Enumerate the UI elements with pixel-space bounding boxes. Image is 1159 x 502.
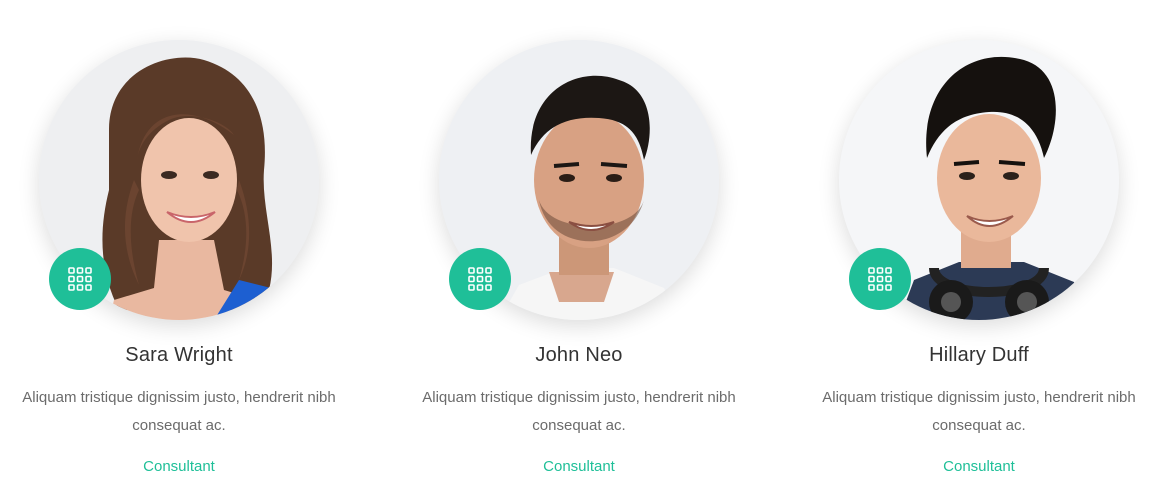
member-role-link[interactable]: Consultant: [799, 458, 1159, 475]
member-description: Aliquam tristique dignissim justo, hendr…: [422, 389, 736, 434]
member-badge-button[interactable]: [49, 248, 111, 310]
member-photo-wrap: [839, 40, 1119, 320]
member-description: Aliquam tristique dignissim justo, hendr…: [822, 389, 1136, 434]
team-section: Sara Wright Aliquam tristique dignissim …: [0, 0, 1159, 502]
member-description: Aliquam tristique dignissim justo, hendr…: [22, 389, 336, 434]
member-name: John Neo: [535, 344, 623, 366]
grid-icon: [468, 267, 492, 291]
member-name: Hillary Duff: [929, 344, 1029, 366]
member-photo-wrap: [39, 40, 319, 320]
member-role-link[interactable]: Consultant: [0, 458, 359, 475]
member-badge-button[interactable]: [449, 248, 511, 310]
grid-icon: [868, 267, 892, 291]
member-name: Sara Wright: [125, 344, 233, 366]
member-role-link[interactable]: Consultant: [399, 458, 759, 475]
grid-icon: [68, 267, 92, 291]
member-badge-button[interactable]: [849, 248, 911, 310]
member-photo-wrap: [439, 40, 719, 320]
